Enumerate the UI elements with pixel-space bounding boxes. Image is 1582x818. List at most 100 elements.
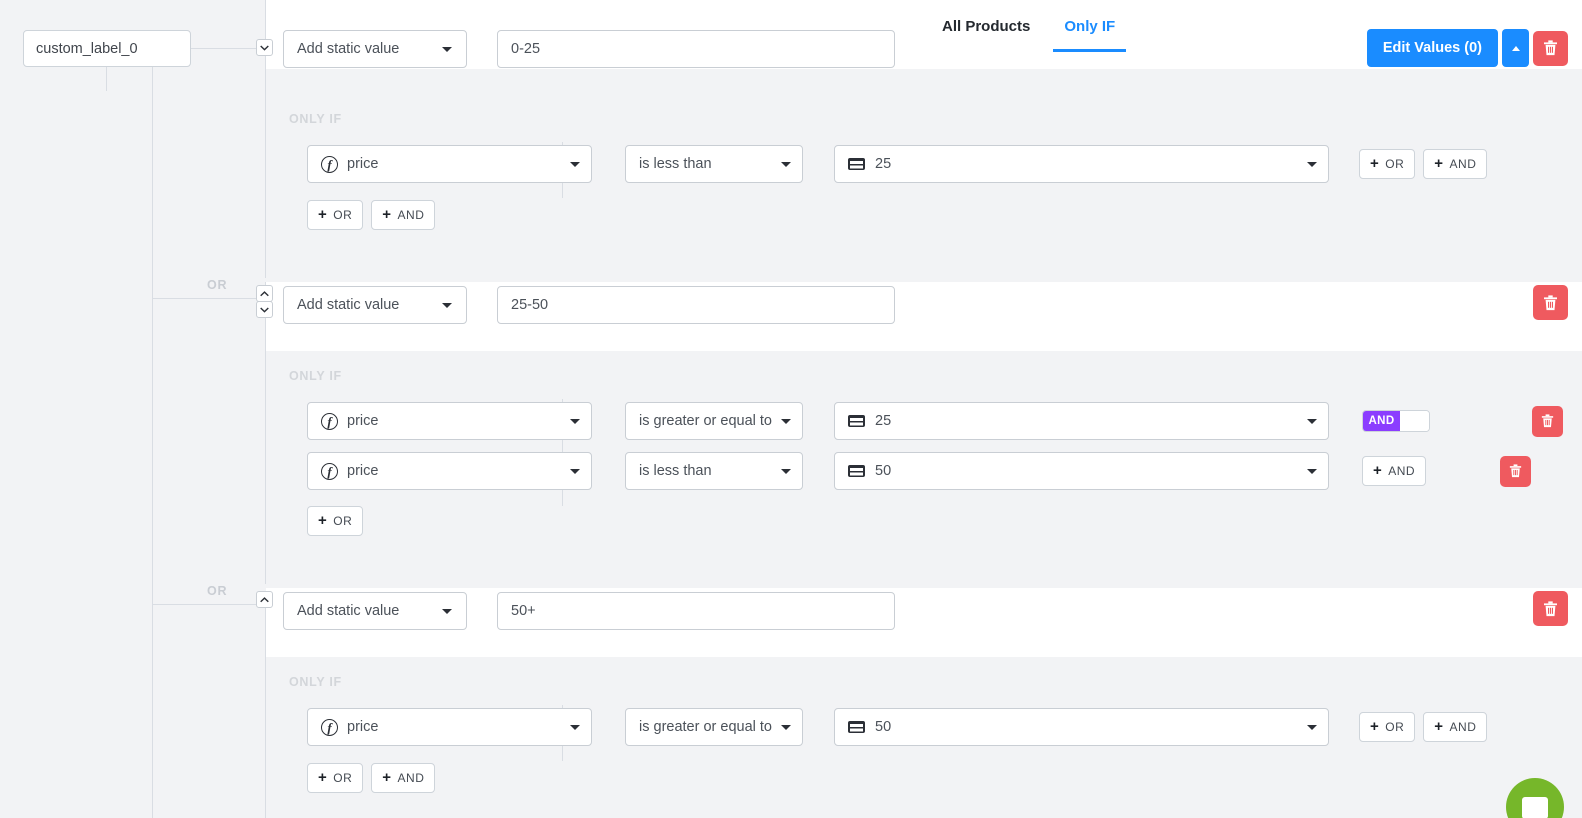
or-connector-label-1: OR	[207, 278, 227, 292]
plus-icon: +	[382, 207, 391, 222]
chevron-down-icon	[781, 469, 791, 474]
group-add-or-button-3[interactable]: + OR	[307, 763, 363, 793]
condition-field-select-2-2[interactable]: f price	[307, 452, 592, 490]
condition-value-label-2-1: 25	[875, 413, 891, 429]
only-if-label-2: ONLY IF	[289, 369, 342, 383]
keyboard-icon	[848, 415, 865, 427]
label-down-line	[106, 67, 107, 91]
chevron-up-icon[interactable]	[256, 591, 273, 608]
plus-icon: +	[1434, 719, 1443, 734]
condition-operator-select-3-1[interactable]: is greater or equal to	[625, 708, 803, 746]
condition-value-select-1-1[interactable]: 25	[834, 145, 1329, 183]
function-icon: f	[321, 463, 338, 480]
condition-value-select-3-1[interactable]: 50	[834, 708, 1329, 746]
condition-panel-1: ONLY IF f price is less than 25 + OR	[266, 69, 1582, 259]
chevron-up-icon	[1512, 46, 1520, 51]
group-add-and-button-3[interactable]: + AND	[371, 763, 435, 793]
edit-values-dropdown-button[interactable]	[1502, 29, 1529, 67]
trash-icon	[1543, 295, 1558, 311]
group-collapse-control-2[interactable]	[256, 285, 273, 317]
logic-toggle-2-1[interactable]: AND	[1362, 410, 1430, 432]
trash-icon	[1541, 414, 1554, 428]
function-icon: f	[321, 413, 338, 430]
chevron-down-icon	[781, 162, 791, 167]
group-header-2: Add static value	[266, 282, 1582, 351]
label-connector-line	[191, 48, 256, 49]
static-value-input-1[interactable]	[497, 30, 895, 68]
custom-label-input[interactable]	[23, 30, 191, 67]
or-connector-line-2	[152, 604, 256, 605]
chevron-down-icon	[1307, 469, 1317, 474]
condition-operator-select-2-2[interactable]: is less than	[625, 452, 803, 490]
condition-panel-2: ONLY IF f price is greater or equal to 2…	[266, 351, 1582, 566]
group-header-1: Add static value All Products Only IF Ed…	[266, 0, 1582, 69]
add-and-condition-button-3-1[interactable]: + AND	[1423, 712, 1487, 742]
condition-value-label-2-2: 50	[875, 463, 891, 479]
condition-value-label-1-1: 25	[875, 156, 891, 172]
static-value-input-2[interactable]	[497, 286, 895, 324]
or-connector-line-1	[152, 298, 256, 299]
value-source-label-1: Add static value	[297, 41, 399, 57]
value-source-label-3: Add static value	[297, 603, 399, 619]
trash-icon	[1509, 464, 1522, 478]
edit-values-button[interactable]: Edit Values (0)	[1367, 29, 1498, 67]
condition-panel-3: ONLY IF f price is greater or equal to 5…	[266, 657, 1582, 818]
delete-group-button-2[interactable]	[1533, 285, 1568, 320]
chevron-down-icon	[1307, 419, 1317, 424]
chevron-down-icon[interactable]	[256, 301, 273, 318]
condition-field-select-1-1[interactable]: f price	[307, 145, 592, 183]
value-source-select-2[interactable]: Add static value	[283, 286, 467, 324]
tab-all-products[interactable]: All Products	[931, 4, 1041, 52]
condition-operator-label-1-1: is less than	[639, 156, 712, 172]
condition-field-select-2-1[interactable]: f price	[307, 402, 592, 440]
delete-group-button-3[interactable]	[1533, 591, 1568, 626]
condition-operator-label-2-1: is greater or equal to	[639, 413, 772, 429]
plus-icon: +	[1373, 463, 1382, 478]
condition-value-select-2-2[interactable]: 50	[834, 452, 1329, 490]
group-add-and-button-1[interactable]: + AND	[371, 200, 435, 230]
condition-field-select-3-1[interactable]: f price	[307, 708, 592, 746]
plus-icon: +	[318, 513, 327, 528]
logic-toggle-label-2-1: AND	[1363, 411, 1400, 431]
delete-condition-button-2-1[interactable]	[1532, 406, 1563, 437]
condition-value-select-2-1[interactable]: 25	[834, 402, 1329, 440]
chevron-down-icon	[781, 725, 791, 730]
keyboard-icon	[848, 158, 865, 170]
group-collapse-control-3[interactable]	[256, 591, 273, 607]
value-source-select-1[interactable]: Add static value	[283, 30, 467, 68]
trash-icon	[1543, 601, 1558, 617]
plus-icon: +	[318, 770, 327, 785]
keyboard-icon	[848, 465, 865, 477]
delete-condition-button-2-2[interactable]	[1500, 456, 1531, 487]
add-and-condition-button-1-1[interactable]: + AND	[1423, 149, 1487, 179]
only-if-label-1: ONLY IF	[289, 112, 342, 126]
group-collapse-control-1[interactable]	[256, 39, 273, 55]
group-add-or-button-1[interactable]: + OR	[307, 200, 363, 230]
chevron-up-icon[interactable]	[256, 285, 273, 302]
add-or-condition-button-1-1[interactable]: + OR	[1359, 149, 1415, 179]
condition-field-label-3-1: price	[347, 719, 378, 735]
value-source-select-3[interactable]: Add static value	[283, 592, 467, 630]
condition-operator-select-2-1[interactable]: is greater or equal to	[625, 402, 803, 440]
add-or-condition-button-3-1[interactable]: + OR	[1359, 712, 1415, 742]
condition-operator-select-1-1[interactable]: is less than	[625, 145, 803, 183]
tree-trunk-line	[152, 62, 153, 818]
chevron-down-icon	[442, 47, 452, 52]
keyboard-icon	[848, 721, 865, 733]
logic-toggle-track-2-1	[1400, 411, 1429, 431]
group-add-or-button-2[interactable]: + OR	[307, 506, 363, 536]
condition-operator-label-3-1: is greater or equal to	[639, 719, 772, 735]
tab-only-if[interactable]: Only IF	[1053, 4, 1126, 52]
delete-group-button-1[interactable]	[1533, 31, 1568, 66]
add-and-condition-button-2-2[interactable]: + AND	[1362, 456, 1426, 486]
chevron-down-icon	[570, 419, 580, 424]
chevron-down-icon[interactable]	[256, 39, 273, 56]
plus-icon: +	[1370, 719, 1379, 734]
only-if-label-3: ONLY IF	[289, 675, 342, 689]
static-value-input-3[interactable]	[497, 592, 895, 630]
condition-value-label-3-1: 50	[875, 719, 891, 735]
condition-operator-label-2-2: is less than	[639, 463, 712, 479]
chat-bubble-icon	[1522, 797, 1548, 818]
chevron-down-icon	[442, 303, 452, 308]
rule-builder-canvas: Add static value All Products Only IF Ed…	[0, 0, 1582, 818]
